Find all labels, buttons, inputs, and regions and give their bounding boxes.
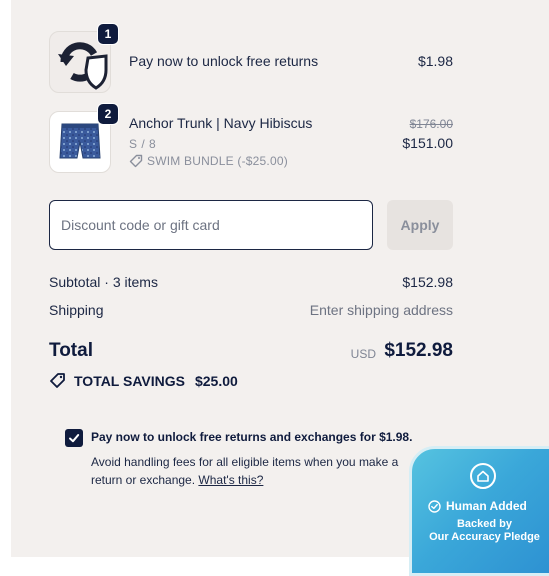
line-item-price: $151.00	[402, 135, 453, 151]
whats-this-link[interactable]: What's this?	[198, 473, 263, 487]
line-item-price: $1.98	[417, 53, 453, 69]
returns-product-image: 1	[49, 23, 119, 93]
total-value: $152.98	[384, 340, 453, 361]
subtotal-label: Subtotal · 3 items	[49, 274, 158, 290]
product-image: 2	[49, 103, 119, 173]
total-label: Total	[49, 340, 93, 361]
free-returns-checkbox[interactable]	[65, 429, 83, 447]
line-item-variant: S / 8	[129, 137, 157, 151]
subtotal-value: $152.98	[402, 274, 453, 290]
home-icon	[470, 463, 496, 489]
savings-value: $25.00	[194, 372, 238, 389]
savings-label: TOTAL SAVINGS	[74, 372, 185, 389]
apply-discount-button[interactable]: Apply	[387, 200, 453, 250]
line-item-title: Pay now to unlock free returns	[129, 53, 319, 69]
total-currency: USD	[350, 347, 376, 361]
quantity-badge: 1	[97, 23, 119, 45]
check-circle-icon	[428, 499, 441, 513]
badge-subtitle: Backed by	[456, 518, 513, 530]
badge-title: Human Added	[428, 499, 527, 513]
discount-label: SWIM BUNDLE (-$25.00)	[147, 154, 288, 168]
badge-subtitle: Our Accuracy Pledge	[429, 531, 540, 543]
tag-icon	[50, 373, 65, 388]
line-item-title: Anchor Trunk | Navy Hibiscus	[129, 115, 313, 131]
quantity-badge: 2	[97, 103, 119, 125]
tag-icon	[129, 154, 143, 168]
line-item-discount: SWIM BUNDLE (-$25.00)	[129, 154, 288, 168]
checkmark-icon	[69, 434, 80, 443]
badge-title-text: Human Added	[446, 499, 527, 513]
shipping-label: Shipping	[49, 302, 104, 318]
free-returns-title: Pay now to unlock free returns and excha…	[91, 430, 413, 444]
discount-code-input[interactable]	[49, 200, 373, 250]
total-savings: TOTAL SAVINGS $25.00	[49, 372, 238, 389]
free-returns-description: Avoid handling fees for all eligible ite…	[91, 453, 431, 489]
shipping-value: Enter shipping address	[309, 302, 453, 318]
original-price: $176.00	[409, 117, 453, 131]
